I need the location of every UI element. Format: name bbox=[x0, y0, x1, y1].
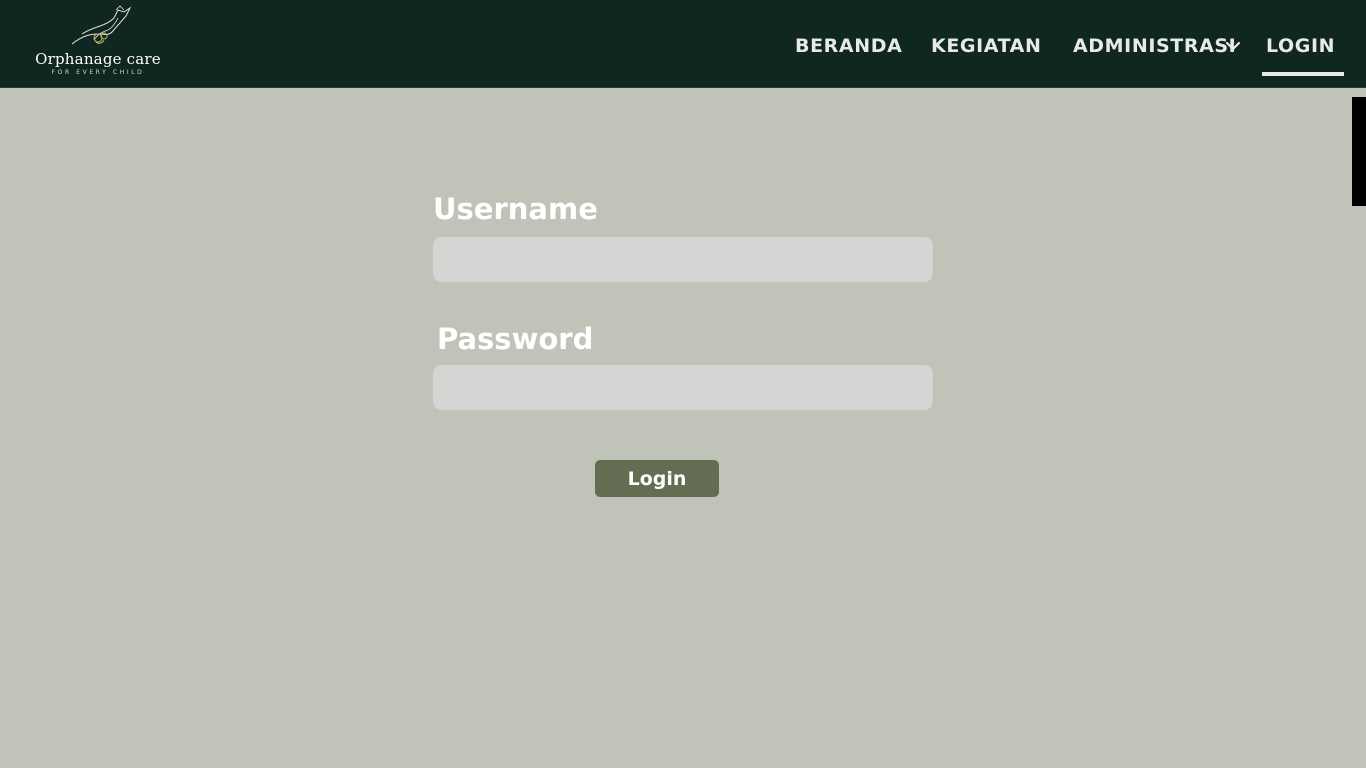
side-tab[interactable] bbox=[1352, 97, 1366, 206]
password-label: Password bbox=[437, 322, 594, 356]
nav-beranda[interactable]: BERANDA bbox=[795, 35, 902, 57]
username-input[interactable] bbox=[433, 237, 933, 282]
top-navbar: Orphanage care FOR EVERY CHILD BERANDA K… bbox=[0, 0, 1366, 88]
chevron-down-icon[interactable] bbox=[1225, 40, 1241, 52]
logo-name: Orphanage care bbox=[35, 50, 161, 68]
username-label: Username bbox=[433, 192, 598, 226]
logo[interactable]: Orphanage care FOR EVERY CHILD bbox=[28, 4, 168, 80]
nav-administrasi[interactable]: ADMINISTRASI bbox=[1073, 35, 1236, 57]
nav-kegiatan[interactable]: KEGIATAN bbox=[931, 35, 1042, 57]
hands-icon bbox=[71, 5, 132, 45]
active-nav-indicator bbox=[1262, 72, 1344, 76]
login-button[interactable]: Login bbox=[595, 460, 719, 497]
password-input[interactable] bbox=[433, 365, 933, 410]
nav-login[interactable]: LOGIN bbox=[1266, 35, 1335, 57]
logo-tagline: FOR EVERY CHILD bbox=[51, 69, 145, 76]
